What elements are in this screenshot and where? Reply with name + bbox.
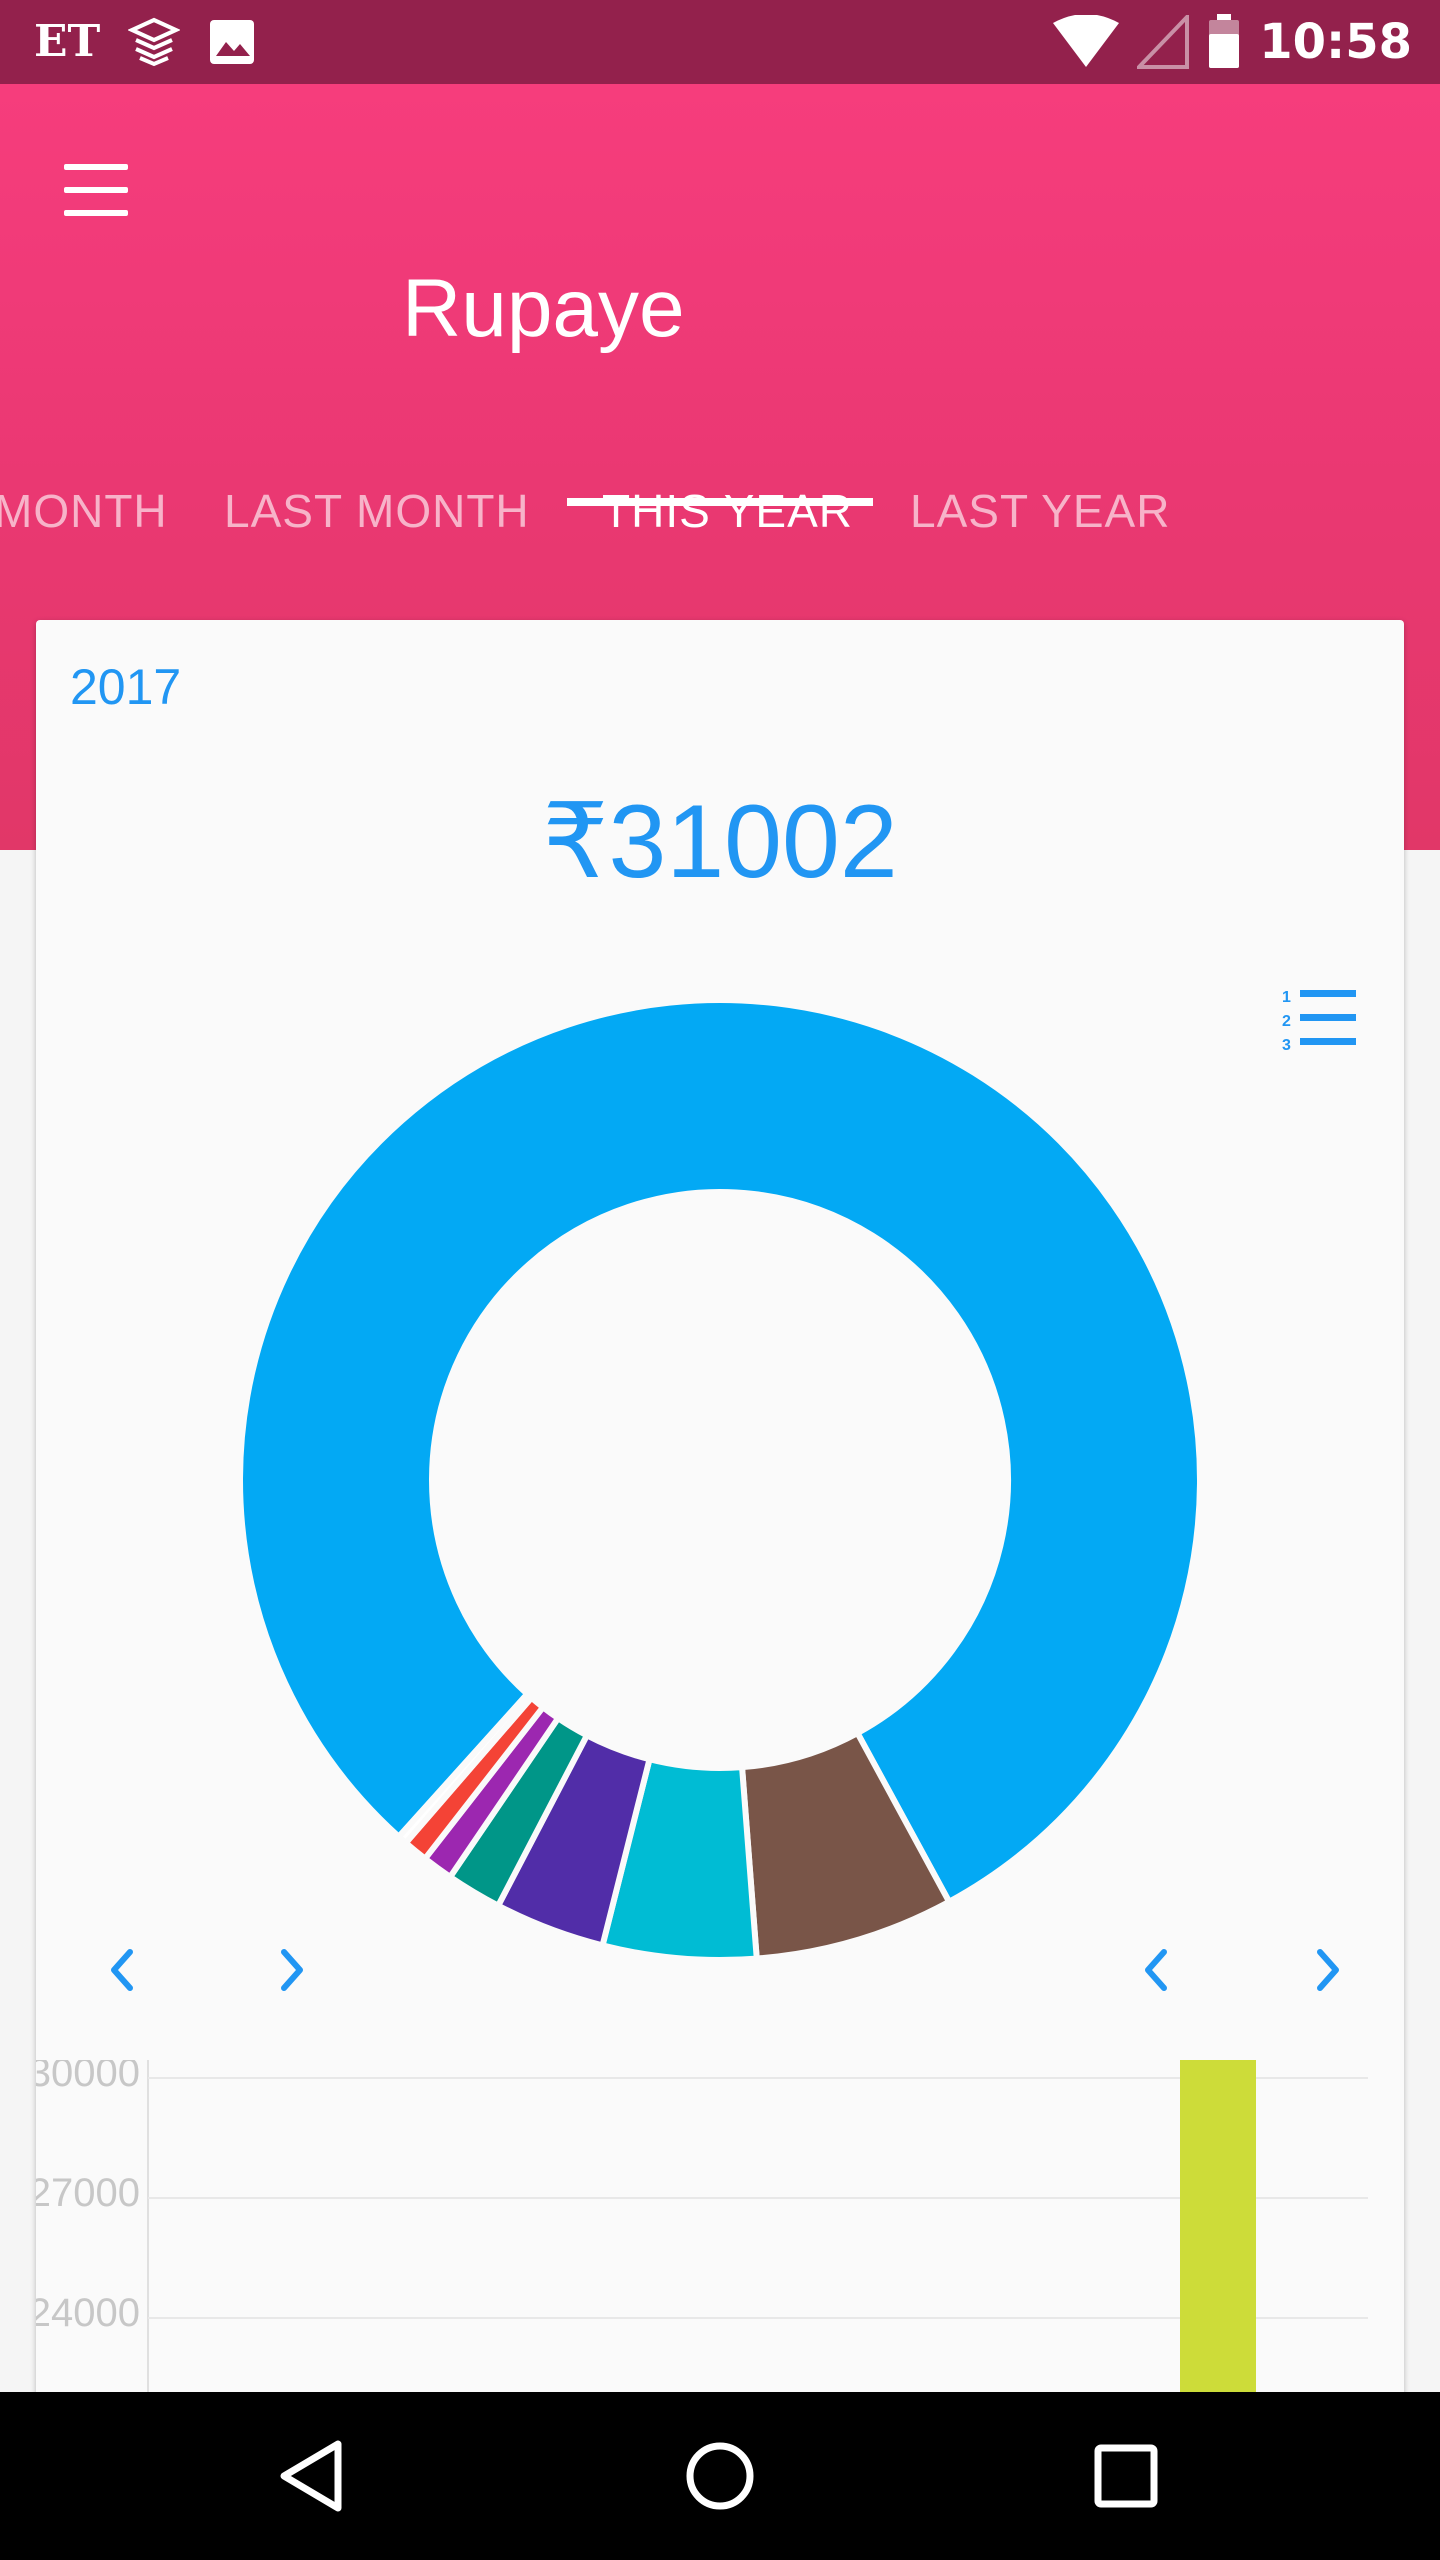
- image-icon: [210, 20, 255, 64]
- back-triangle-icon[interactable]: [266, 2426, 366, 2526]
- chevron-right-icon[interactable]: [1302, 1940, 1352, 2000]
- layers-icon: [128, 17, 181, 67]
- signal-icon: [1137, 15, 1190, 69]
- period-tabs: MONTH LAST MONTH THIS YEAR LAST YEAR: [0, 464, 1440, 592]
- expense-donut-chart[interactable]: [36, 620, 1404, 2020]
- chevron-left-icon[interactable]: [98, 1940, 148, 2000]
- system-nav-bar: [0, 2392, 1440, 2560]
- clock: 10:58: [1259, 14, 1412, 70]
- active-tab-indicator: [567, 498, 873, 506]
- summary-card: 2017 ₹31002 1 2 3 30000270002400021000: [36, 620, 1404, 2560]
- y-tick-label: 27000: [36, 2171, 140, 2215]
- battery-icon: [1209, 14, 1240, 68]
- y-tick-label: 30000: [36, 2060, 140, 2095]
- tab-this-year[interactable]: THIS YEAR: [602, 484, 853, 538]
- chevron-right-icon[interactable]: [266, 1940, 316, 2000]
- carrier-label: ET: [34, 16, 101, 67]
- wifi-icon: [1053, 15, 1120, 67]
- tab-last-year[interactable]: LAST YEAR: [910, 484, 1170, 538]
- app-title: Rupaye: [402, 263, 685, 354]
- tab-this-month[interactable]: MONTH: [0, 484, 168, 538]
- recents-square-icon[interactable]: [1076, 2426, 1176, 2526]
- status-bar: ET 10:58: [0, 0, 1440, 84]
- tab-last-month[interactable]: LAST MONTH: [224, 484, 530, 538]
- home-circle-icon[interactable]: [670, 2426, 770, 2526]
- chevron-left-icon[interactable]: [1132, 1940, 1182, 2000]
- y-tick-label: 24000: [36, 2291, 140, 2335]
- hamburger-menu-icon[interactable]: [60, 154, 136, 230]
